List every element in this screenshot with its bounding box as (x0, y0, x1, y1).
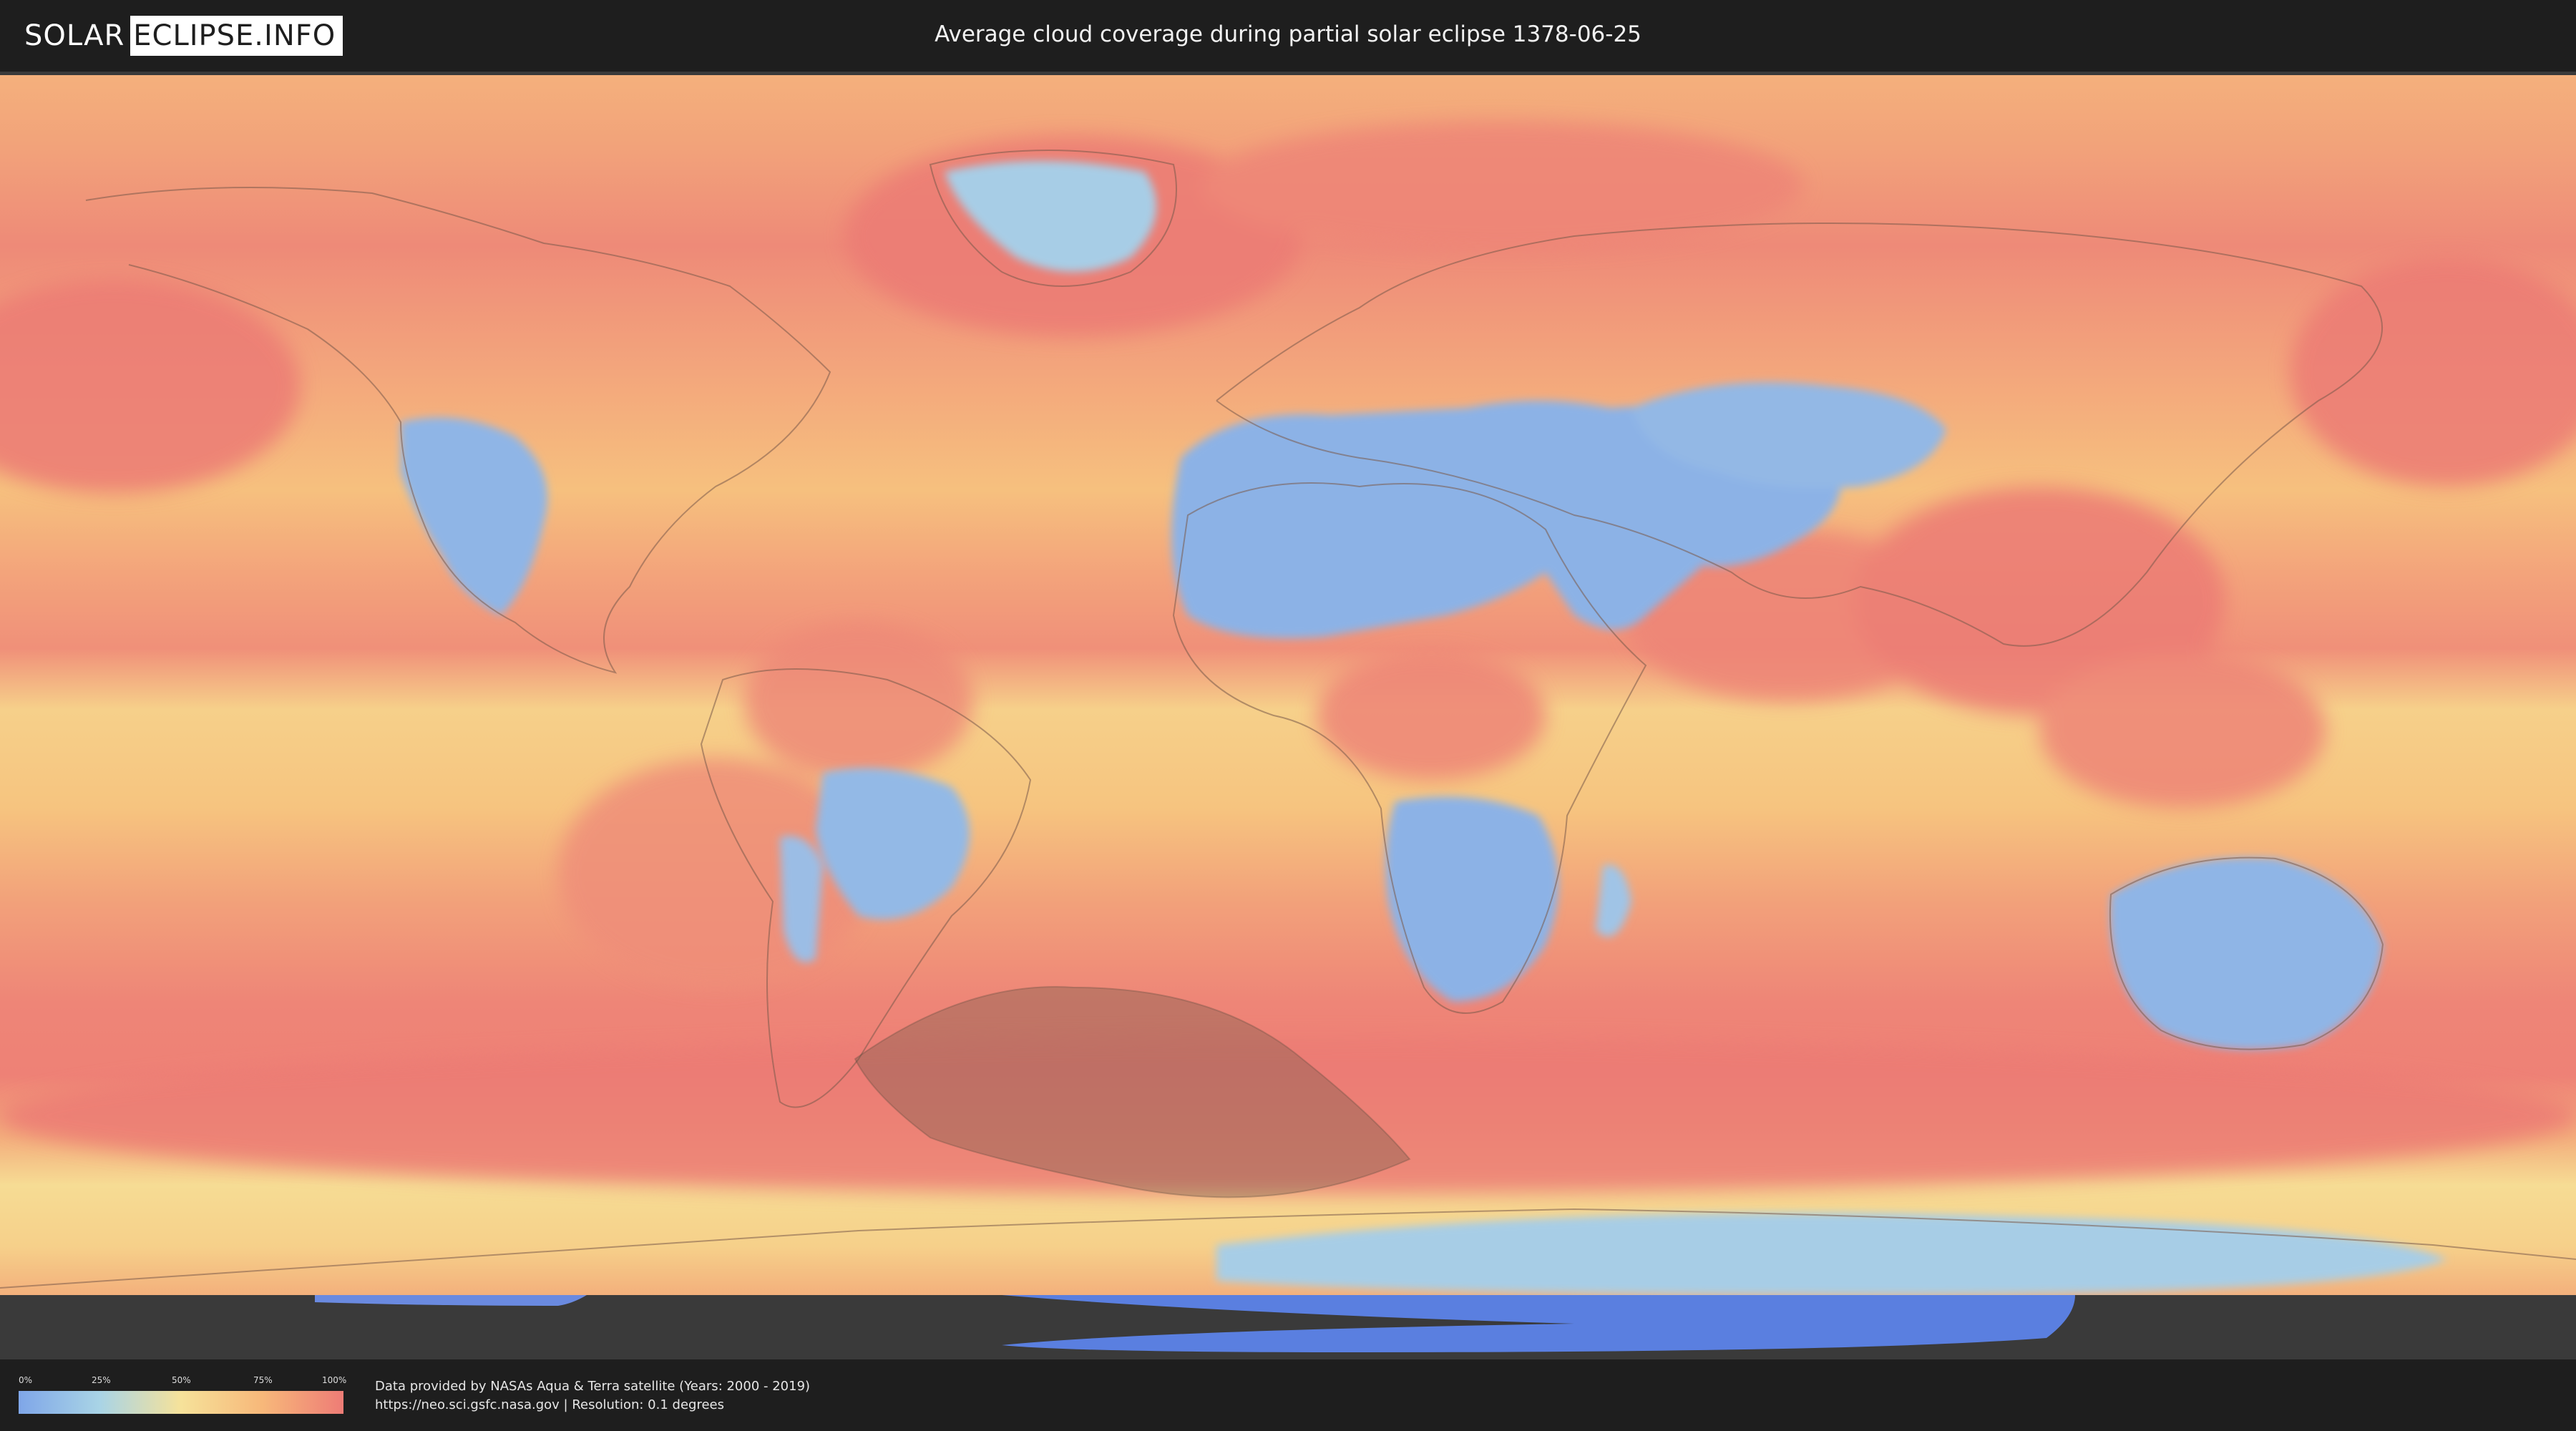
arctic-cloud (1202, 122, 1803, 250)
footer-bar: 0% 25% 50% 75% 100% Data provided by NAS… (0, 1359, 2576, 1431)
legend-color-bar (19, 1391, 343, 1414)
page-title: Average cloud coverage during partial so… (935, 21, 1641, 47)
header-bar: SOLAR ECLIPSE.INFO Average cloud coverag… (0, 0, 2576, 72)
data-credit: Data provided by NASAs Aqua & Terra sate… (375, 1379, 811, 1394)
maritime-continent-cloud (2039, 651, 2326, 809)
cloud-coverage-legend: 0% 25% 50% 75% 100% (19, 1375, 347, 1415)
legend-tick-0: 0% (19, 1375, 33, 1385)
world-map-svg (0, 75, 2576, 1359)
cloud-coverage-map (0, 72, 2576, 1359)
legend-tick-75: 75% (253, 1375, 273, 1385)
legend-tick-100: 100% (322, 1375, 347, 1385)
data-source-link[interactable]: https://neo.sci.gsfc.nasa.gov | Resoluti… (375, 1397, 724, 1414)
legend-tick-50: 50% (172, 1375, 191, 1385)
legend-tick-25: 25% (92, 1375, 111, 1385)
